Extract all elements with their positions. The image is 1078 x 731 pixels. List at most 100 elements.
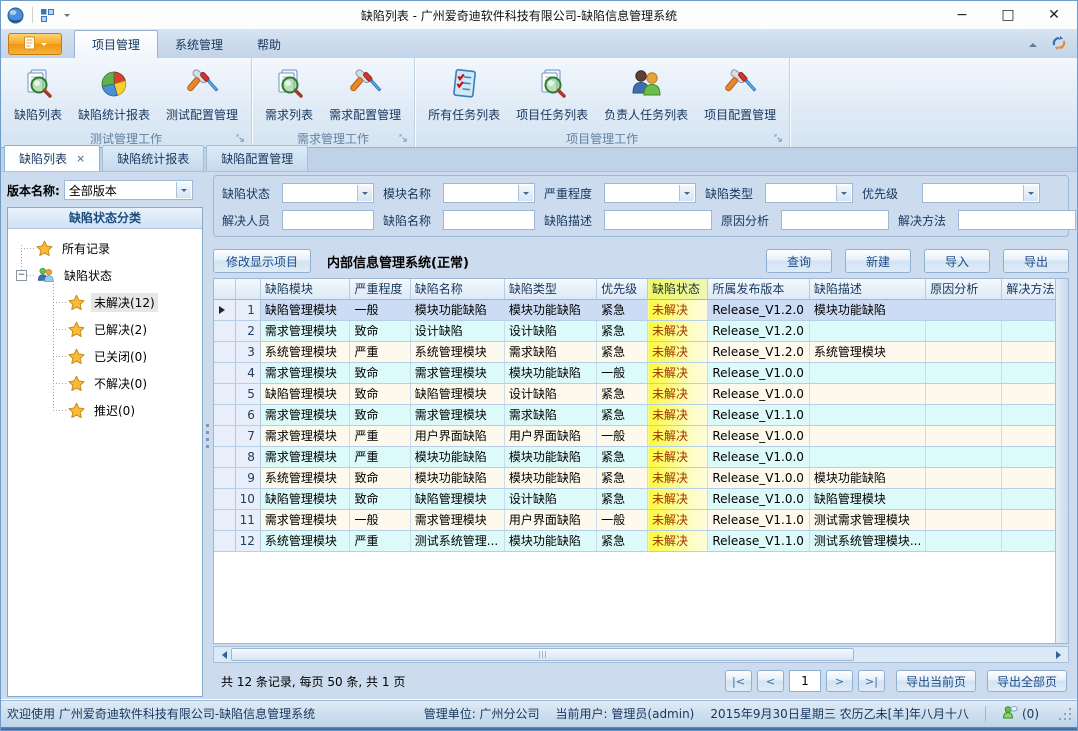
export-current-page-button[interactable]: 导出当前页 [896,670,976,692]
column-header-desc[interactable]: 缺陷描述 [809,279,925,299]
table-row[interactable]: 5缺陷管理模块致命缺陷管理模块设计缺陷紧急未解决Release_V1.0.0 [214,383,1068,404]
owner-tasks-button[interactable]: 负责人任务列表 [596,62,696,125]
table-row[interactable]: 1缺陷管理模块一般模块功能缺陷模块功能缺陷紧急未解决Release_V1.2.0… [214,299,1068,320]
cell-type[interactable]: 需求缺陷 [504,404,596,425]
cell-desc[interactable] [809,320,925,341]
row-indicator-cell[interactable] [214,341,235,362]
combo-arrow-icon[interactable] [679,185,694,201]
test-config-button[interactable]: 测试配置管理 [158,62,246,125]
row-number-cell[interactable]: 9 [235,467,260,488]
cell-version[interactable]: Release_V1.0.0 [708,425,810,446]
cell-type[interactable]: 设计缺陷 [504,320,596,341]
quick-access-dropdown-icon[interactable] [64,14,70,20]
requirement-list-button[interactable]: 需求列表 [257,62,321,125]
row-indicator-cell[interactable] [214,425,235,446]
minimize-button[interactable]: − [939,1,985,30]
table-row[interactable]: 3系统管理模块严重系统管理模块需求缺陷紧急未解决Release_V1.2.0系统… [214,341,1068,362]
cell-status[interactable]: 未解决 [648,299,708,320]
row-number-cell[interactable]: 4 [235,362,260,383]
cell-name[interactable]: 需求管理模块 [410,362,504,383]
cell-priority[interactable]: 紧急 [597,467,648,488]
cell-severity[interactable]: 严重 [350,530,410,551]
ribbon-tab-system-management[interactable]: 系统管理 [158,31,240,58]
cell-status[interactable]: 未解决 [648,320,708,341]
column-header-status[interactable]: 缺陷状态 [648,279,708,299]
cell-desc[interactable] [809,362,925,383]
tree-expander-icon[interactable]: − [16,270,27,281]
cell-module[interactable]: 缺陷管理模块 [260,488,350,509]
cell-name[interactable]: 模块功能缺陷 [410,446,504,467]
cell-reason[interactable] [926,530,1002,551]
last-page-button[interactable]: >| [858,670,885,692]
severity-filter[interactable] [604,183,696,203]
cell-priority[interactable]: 紧急 [597,299,648,320]
scroll-left-icon[interactable] [214,647,230,662]
column-header-severity[interactable]: 严重程度 [350,279,410,299]
cell-module[interactable]: 缺陷管理模块 [260,383,350,404]
cell-reason[interactable] [926,467,1002,488]
cell-version[interactable]: Release_V1.0.0 [708,467,810,488]
table-row[interactable]: 9系统管理模块致命模块功能缺陷模块功能缺陷紧急未解决Release_V1.0.0… [214,467,1068,488]
cell-status[interactable]: 未解决 [648,383,708,404]
cell-module[interactable]: 需求管理模块 [260,425,350,446]
cell-status[interactable]: 未解决 [648,362,708,383]
cell-name[interactable]: 模块功能缺陷 [410,299,504,320]
cell-desc[interactable]: 测试系统管理模块... [809,530,925,551]
solution-filter[interactable] [958,210,1076,230]
defect-desc-filter[interactable] [604,210,712,230]
cell-type[interactable]: 模块功能缺陷 [504,362,596,383]
cell-name[interactable]: 缺陷管理模块 [410,488,504,509]
module-name-filter[interactable] [443,183,535,203]
scrollbar-thumb[interactable] [231,648,854,661]
cell-module[interactable]: 需求管理模块 [260,509,350,530]
cell-severity[interactable]: 致命 [350,362,410,383]
cell-reason[interactable] [926,488,1002,509]
tree-wont-fix[interactable]: 不解决(0) [8,370,202,397]
row-indicator-cell[interactable] [214,320,235,341]
tree-unresolved[interactable]: 未解决(12) [8,289,202,316]
scroll-right-icon[interactable] [1052,647,1068,662]
grid-horizontal-scrollbar[interactable] [213,646,1069,663]
doc-tab-defect-list[interactable]: 缺陷列表× [4,145,100,171]
cell-version[interactable]: Release_V1.0.0 [708,446,810,467]
cell-desc[interactable] [809,404,925,425]
dialog-launcher-icon[interactable] [236,134,245,143]
panel-splitter[interactable] [203,173,212,699]
cell-name[interactable]: 设计缺陷 [410,320,504,341]
collapse-ribbon-icon[interactable] [1029,39,1037,47]
tree-all-records[interactable]: 所有记录 [8,235,202,262]
page-number-input[interactable] [789,670,821,692]
defect-list-button[interactable]: 缺陷列表 [6,62,70,125]
cell-status[interactable]: 未解决 [648,341,708,362]
row-number-cell[interactable]: 10 [235,488,260,509]
row-number-cell[interactable]: 6 [235,404,260,425]
cell-priority[interactable]: 紧急 [597,488,648,509]
cell-priority[interactable]: 紧急 [597,320,648,341]
next-page-button[interactable]: > [826,670,853,692]
cell-name[interactable]: 缺陷管理模块 [410,383,504,404]
cell-priority[interactable]: 一般 [597,425,648,446]
cell-severity[interactable]: 严重 [350,446,410,467]
cell-severity[interactable]: 致命 [350,383,410,404]
cell-desc[interactable]: 系统管理模块 [809,341,925,362]
column-header-module[interactable]: 缺陷模块 [260,279,350,299]
first-page-button[interactable]: |< [725,670,752,692]
cell-desc[interactable]: 测试需求管理模块 [809,509,925,530]
export-button[interactable]: 导出 [1003,249,1069,273]
cell-status[interactable]: 未解决 [648,425,708,446]
maximize-button[interactable]: □ [985,1,1031,30]
table-row[interactable]: 6需求管理模块致命需求管理模块需求缺陷紧急未解决Release_V1.1.0 [214,404,1068,425]
cell-name[interactable]: 模块功能缺陷 [410,467,504,488]
resize-grip[interactable] [1059,708,1071,720]
cell-version[interactable]: Release_V1.1.0 [708,404,810,425]
combo-arrow-icon[interactable] [357,185,372,201]
cell-type[interactable]: 模块功能缺陷 [504,467,596,488]
cell-reason[interactable] [926,425,1002,446]
row-number-cell[interactable]: 12 [235,530,260,551]
cell-type[interactable]: 模块功能缺陷 [504,299,596,320]
cell-desc[interactable]: 模块功能缺陷 [809,299,925,320]
close-button[interactable]: ✕ [1031,1,1077,30]
cell-module[interactable]: 缺陷管理模块 [260,299,350,320]
row-indicator-cell[interactable] [214,488,235,509]
table-row[interactable]: 8需求管理模块严重模块功能缺陷模块功能缺陷紧急未解决Release_V1.0.0 [214,446,1068,467]
